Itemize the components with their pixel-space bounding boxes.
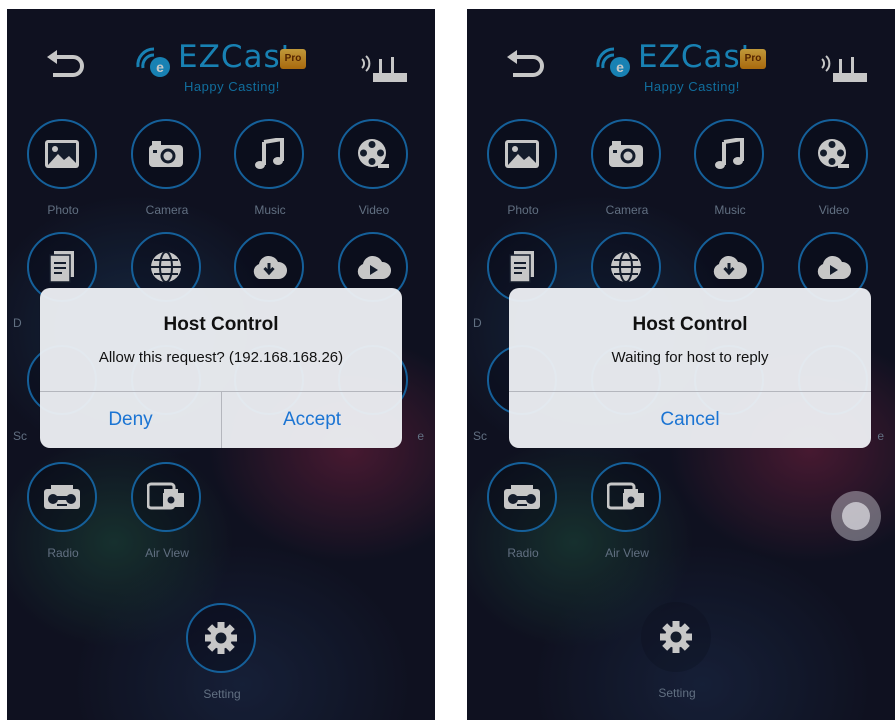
dialog-title: Host Control bbox=[632, 314, 748, 335]
cast-signal-icon: e bbox=[132, 43, 176, 79]
app-name: EZCast bbox=[178, 39, 294, 75]
dialog-title: Host Control bbox=[163, 314, 279, 335]
menu-item-label: Air View bbox=[605, 546, 649, 560]
airview-icon bbox=[131, 462, 201, 532]
top-bar: e EZCast Pro Happy Casting! bbox=[7, 9, 435, 104]
phone-screen-left: e EZCast Pro Happy Casting! Photo Camera Music… bbox=[7, 9, 435, 720]
assistive-touch-button[interactable] bbox=[831, 491, 881, 541]
router-wifi-icon[interactable] bbox=[819, 49, 869, 85]
dialog-message: Allow this request? (192.168.168.26) bbox=[98, 349, 344, 366]
menu-item-label: Video bbox=[818, 203, 850, 217]
menu-item-photo[interactable]: Photo bbox=[473, 119, 573, 231]
host-control-dialog: Host Control Allow this request? (192.168… bbox=[40, 288, 402, 448]
pro-badge: Pro bbox=[280, 49, 306, 69]
dialog-message: Waiting for host to reply bbox=[611, 349, 769, 366]
airview-icon bbox=[591, 462, 661, 532]
host-control-dialog: Host Control Waiting for host to reply Can… bbox=[509, 288, 871, 448]
app-tagline: Happy Casting! bbox=[184, 79, 280, 94]
back-arrow-icon[interactable] bbox=[505, 49, 549, 79]
music-icon bbox=[234, 119, 304, 189]
top-bar: e EZCast Pro Happy Casting! bbox=[467, 9, 895, 104]
menu-item-label: Music bbox=[714, 203, 746, 217]
accept-button[interactable]: Accept bbox=[222, 392, 402, 448]
camera-icon bbox=[131, 119, 201, 189]
deny-button[interactable]: Deny bbox=[40, 392, 221, 448]
menu-item-label: Radio bbox=[47, 546, 79, 560]
menu-item-air-view[interactable]: Air View bbox=[577, 462, 677, 574]
menu-item-label: Photo bbox=[507, 203, 539, 217]
back-arrow-icon[interactable] bbox=[45, 49, 89, 79]
menu-item-video[interactable]: Video bbox=[784, 119, 884, 231]
radio-icon bbox=[27, 462, 97, 532]
app-tagline: Happy Casting! bbox=[644, 79, 740, 94]
menu-item-label: Music bbox=[254, 203, 286, 217]
photo-icon bbox=[27, 119, 97, 189]
menu-item-camera[interactable]: Camera bbox=[117, 119, 217, 231]
camera-icon bbox=[591, 119, 661, 189]
radio-icon bbox=[487, 462, 557, 532]
music-icon bbox=[694, 119, 764, 189]
menu-item-camera[interactable]: Camera bbox=[577, 119, 677, 231]
menu-item-label: Camera bbox=[605, 203, 649, 217]
menu-item-label: Camera bbox=[145, 203, 189, 217]
menu-item-label: Video bbox=[358, 203, 390, 217]
video-icon bbox=[338, 119, 408, 189]
menu-item-radio[interactable]: Radio bbox=[473, 462, 573, 574]
app-logo: e EZCast Pro Happy Casting! bbox=[132, 37, 312, 97]
setting-button[interactable]: Setting bbox=[172, 603, 272, 715]
svg-text:e: e bbox=[156, 59, 164, 75]
menu-item-label: Photo bbox=[47, 203, 79, 217]
setting-label: Setting bbox=[203, 687, 241, 701]
menu-item-radio[interactable]: Radio bbox=[13, 462, 113, 574]
svg-text:e: e bbox=[616, 59, 624, 75]
menu-item-music[interactable]: Music bbox=[220, 119, 320, 231]
cancel-button[interactable]: Cancel bbox=[509, 392, 871, 448]
menu-item-label: Radio bbox=[507, 546, 539, 560]
photo-icon bbox=[487, 119, 557, 189]
menu-item-video[interactable]: Video bbox=[324, 119, 424, 231]
menu-item-music[interactable]: Music bbox=[680, 119, 780, 231]
video-icon bbox=[798, 119, 868, 189]
menu-item-photo[interactable]: Photo bbox=[13, 119, 113, 231]
setting-label: Setting bbox=[658, 686, 696, 700]
pro-badge: Pro bbox=[740, 49, 766, 69]
router-wifi-icon[interactable] bbox=[359, 49, 409, 85]
menu-item-label: Air View bbox=[145, 546, 189, 560]
phone-screen-right: e EZCast Pro Happy Casting! Photo Camera Music… bbox=[467, 9, 895, 720]
cast-signal-icon: e bbox=[592, 43, 636, 79]
menu-item-air-view[interactable]: Air View bbox=[117, 462, 217, 574]
app-name: EZCast bbox=[638, 39, 754, 75]
gear-icon bbox=[641, 602, 711, 672]
gear-icon bbox=[186, 603, 256, 673]
setting-button[interactable]: Setting bbox=[627, 602, 727, 714]
app-logo: e EZCast Pro Happy Casting! bbox=[592, 37, 772, 97]
